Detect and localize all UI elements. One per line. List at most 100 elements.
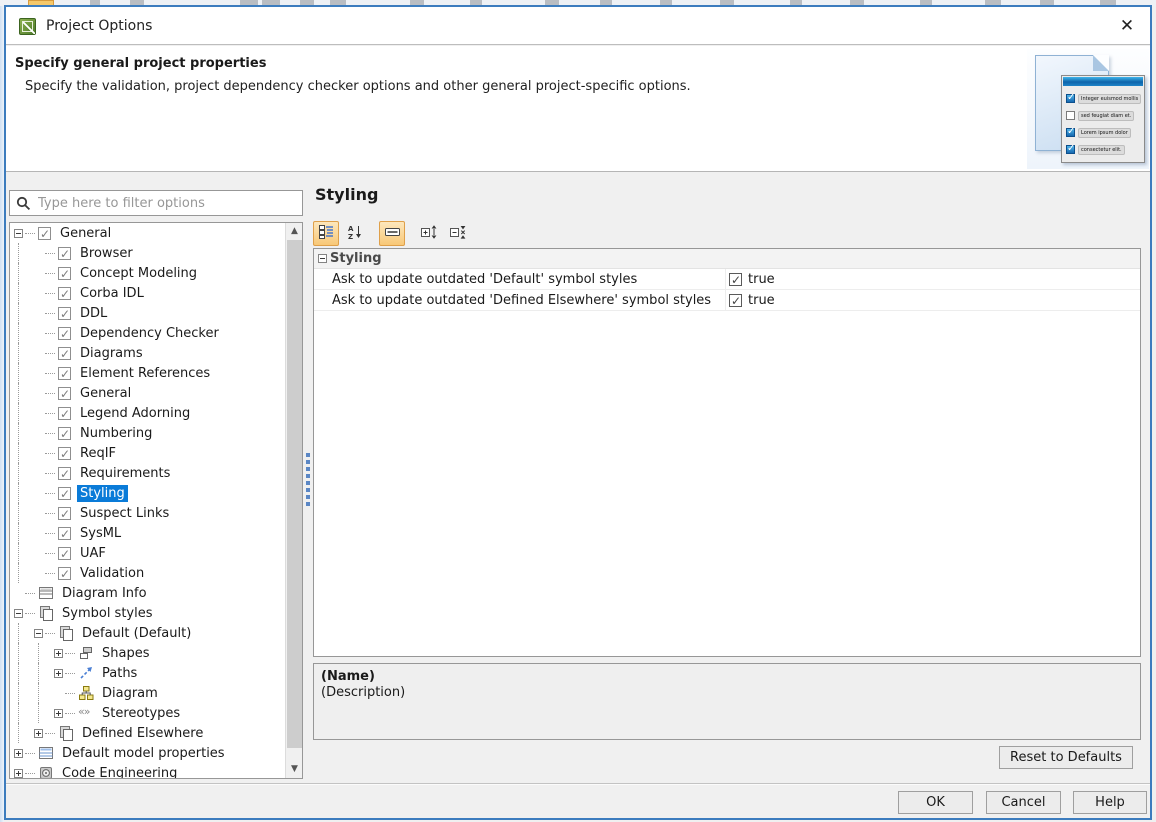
tree-checkbox-checked[interactable] bbox=[58, 467, 71, 480]
tree-item-validation[interactable]: Validation bbox=[10, 563, 302, 583]
collapse-all-button[interactable] bbox=[445, 221, 471, 246]
tree-checkbox-checked[interactable] bbox=[58, 327, 71, 340]
tree-item-element-references[interactable]: Element References bbox=[10, 363, 302, 383]
expand-icon[interactable] bbox=[54, 709, 63, 718]
scroll-down-icon[interactable]: ▼ bbox=[286, 761, 303, 778]
tree-item-code-engineering[interactable]: Code Engineering bbox=[10, 763, 302, 779]
collapse-group-icon[interactable] bbox=[318, 254, 327, 263]
tree-item-legend-adorning[interactable]: Legend Adorning bbox=[10, 403, 302, 423]
tree-item-diagrams[interactable]: Diagrams bbox=[10, 343, 302, 363]
tree-checkbox-checked[interactable] bbox=[58, 367, 71, 380]
tree-item-ddl[interactable]: DDL bbox=[10, 303, 302, 323]
collapse-icon[interactable] bbox=[14, 229, 23, 238]
tree-item-styling[interactable]: Styling bbox=[10, 483, 302, 503]
tree-item-stereotypes[interactable]: «»Stereotypes bbox=[10, 703, 302, 723]
property-group-header[interactable]: Styling bbox=[314, 249, 1140, 269]
collapse-icon[interactable] bbox=[14, 609, 23, 618]
tree-checkbox-checked[interactable] bbox=[58, 407, 71, 420]
tree-item-label[interactable]: Code Engineering bbox=[59, 765, 180, 780]
expand-icon[interactable] bbox=[14, 749, 23, 758]
tree-item-label[interactable]: DDL bbox=[77, 305, 110, 322]
tree-item-label[interactable]: Corba IDL bbox=[77, 285, 147, 302]
tree-item-label[interactable]: Diagram Info bbox=[59, 585, 150, 602]
tree-item-concept-modeling[interactable]: Concept Modeling bbox=[10, 263, 302, 283]
tree-checkbox-checked[interactable] bbox=[58, 527, 71, 540]
expand-icon[interactable] bbox=[34, 729, 43, 738]
expand-icon[interactable] bbox=[54, 669, 63, 678]
tree-item-diagram[interactable]: Diagram bbox=[10, 683, 302, 703]
tree-item-label[interactable]: Legend Adorning bbox=[77, 405, 193, 422]
tree-checkbox-checked[interactable] bbox=[58, 507, 71, 520]
sort-alphabetically-button[interactable]: AZ bbox=[342, 221, 368, 246]
tree-checkbox-checked[interactable] bbox=[58, 567, 71, 580]
tree-checkbox-checked[interactable] bbox=[58, 447, 71, 460]
tree-item-label[interactable]: Browser bbox=[77, 245, 136, 262]
scrollbar-thumb[interactable] bbox=[287, 240, 302, 748]
tree-item-label[interactable]: Dependency Checker bbox=[77, 325, 222, 342]
tree-item-suspect-links[interactable]: Suspect Links bbox=[10, 503, 302, 523]
collapse-icon[interactable] bbox=[34, 629, 43, 638]
tree-item-browser[interactable]: Browser bbox=[10, 243, 302, 263]
tree-scrollbar[interactable]: ▲ ▼ bbox=[285, 223, 302, 778]
tree-checkbox-checked[interactable] bbox=[58, 487, 71, 500]
tree-item-symbol-styles[interactable]: Symbol styles bbox=[10, 603, 302, 623]
tree-item-label[interactable]: Symbol styles bbox=[59, 605, 156, 622]
value-checkbox-checked[interactable] bbox=[729, 294, 742, 307]
search-input[interactable] bbox=[38, 192, 298, 214]
tree-checkbox-checked[interactable] bbox=[58, 247, 71, 260]
splitter-handle[interactable] bbox=[305, 450, 311, 514]
ok-button[interactable]: OK bbox=[898, 791, 973, 814]
tree-item-label[interactable]: Validation bbox=[77, 565, 147, 582]
show-description-button[interactable] bbox=[379, 221, 405, 246]
categorized-view-button[interactable] bbox=[313, 221, 339, 246]
tree-item-uaf[interactable]: UAF bbox=[10, 543, 302, 563]
tree-item-general[interactable]: General bbox=[10, 223, 302, 243]
tree-item-label[interactable]: Numbering bbox=[77, 425, 155, 442]
tree-item-label[interactable]: General bbox=[77, 385, 134, 402]
property-value-cell[interactable]: true bbox=[726, 272, 775, 287]
tree-item-label[interactable]: Default (Default) bbox=[79, 625, 194, 642]
tree-checkbox-checked[interactable] bbox=[58, 547, 71, 560]
cancel-button[interactable]: Cancel bbox=[986, 791, 1061, 814]
tree-item-label[interactable]: Suspect Links bbox=[77, 505, 172, 522]
tree-item-default-default[interactable]: Default (Default) bbox=[10, 623, 302, 643]
tree-item-label[interactable]: Defined Elsewhere bbox=[79, 725, 206, 742]
expand-icon[interactable] bbox=[14, 769, 23, 778]
tree-checkbox-checked[interactable] bbox=[58, 267, 71, 280]
property-row[interactable]: Ask to update outdated 'Defined Elsewher… bbox=[314, 290, 1140, 311]
close-icon[interactable]: ✕ bbox=[1117, 16, 1137, 36]
tree-item-requirements[interactable]: Requirements bbox=[10, 463, 302, 483]
help-button[interactable]: Help bbox=[1073, 791, 1147, 814]
value-checkbox-checked[interactable] bbox=[729, 273, 742, 286]
tree-checkbox-checked[interactable] bbox=[58, 287, 71, 300]
tree-checkbox-checked[interactable] bbox=[58, 307, 71, 320]
tree-item-label[interactable]: Diagrams bbox=[77, 345, 146, 362]
tree-item-label[interactable]: General bbox=[57, 225, 114, 242]
tree-item-dependency-checker[interactable]: Dependency Checker bbox=[10, 323, 302, 343]
tree-item-label[interactable]: Paths bbox=[99, 665, 140, 682]
tree-item-label[interactable]: Styling bbox=[77, 485, 128, 502]
tree-checkbox-checked[interactable] bbox=[58, 387, 71, 400]
tree-checkbox-checked[interactable] bbox=[58, 427, 71, 440]
tree-item-default-model-properties[interactable]: Default model properties bbox=[10, 743, 302, 763]
tree-item-paths[interactable]: Paths bbox=[10, 663, 302, 683]
tree-item-label[interactable]: Stereotypes bbox=[99, 705, 183, 722]
tree-checkbox-checked[interactable] bbox=[58, 347, 71, 360]
tree-item-label[interactable]: Shapes bbox=[99, 645, 152, 662]
tree-item-label[interactable]: Default model properties bbox=[59, 745, 228, 762]
tree-checkbox-checked[interactable] bbox=[38, 227, 51, 240]
tree-item-defined-elsewhere[interactable]: Defined Elsewhere bbox=[10, 723, 302, 743]
tree-item-label[interactable]: Diagram bbox=[99, 685, 161, 702]
tree-item-general[interactable]: General bbox=[10, 383, 302, 403]
tree-item-diagram-info[interactable]: Diagram Info bbox=[10, 583, 302, 603]
tree-item-label[interactable]: ReqIF bbox=[77, 445, 119, 462]
scroll-up-icon[interactable]: ▲ bbox=[286, 223, 303, 240]
tree-item-numbering[interactable]: Numbering bbox=[10, 423, 302, 443]
tree-item-reqif[interactable]: ReqIF bbox=[10, 443, 302, 463]
tree-item-label[interactable]: UAF bbox=[77, 545, 109, 562]
expand-icon[interactable] bbox=[54, 649, 63, 658]
tree-item-label[interactable]: SysML bbox=[77, 525, 124, 542]
tree-item-label[interactable]: Requirements bbox=[77, 465, 173, 482]
tree-item-label[interactable]: Element References bbox=[77, 365, 213, 382]
tree-item-corba-idl[interactable]: Corba IDL bbox=[10, 283, 302, 303]
